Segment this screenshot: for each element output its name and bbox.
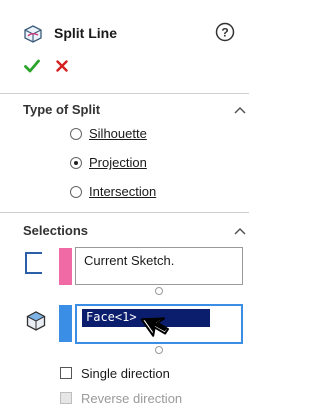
feature-header: Split Line ? xyxy=(0,0,249,92)
radio-button[interactable] xyxy=(70,157,82,169)
svg-text:?: ? xyxy=(221,26,228,40)
sketch-selection-value: Current Sketch. xyxy=(84,253,175,268)
face-icon xyxy=(26,311,46,331)
radio-label: Projection xyxy=(89,155,147,170)
checkbox[interactable] xyxy=(60,392,72,404)
type-of-split-title: Type of Split xyxy=(23,102,101,117)
help-icon[interactable]: ? xyxy=(215,22,235,42)
checkbox[interactable] xyxy=(60,367,72,379)
checkbox-label: Reverse direction xyxy=(81,391,183,406)
split-line-icon xyxy=(24,25,42,43)
resize-handle[interactable] xyxy=(155,346,163,354)
check-icon[interactable] xyxy=(24,59,40,73)
radio-label: Intersection xyxy=(89,184,157,199)
feature-title: Split Line xyxy=(54,25,117,41)
resize-handle[interactable] xyxy=(155,287,163,295)
radio-button[interactable] xyxy=(70,186,82,198)
split-line-property-manager: Split Line ? Type of Split Silhouette Pr… xyxy=(0,0,249,413)
chevron-up-icon[interactable] xyxy=(234,106,246,114)
close-icon[interactable] xyxy=(56,60,68,72)
checkbox-label: Single direction xyxy=(81,366,170,381)
radio-button[interactable] xyxy=(70,128,82,140)
type-of-split-section: Type of Split Silhouette Projection Inte… xyxy=(0,93,249,211)
radio-label: Silhouette xyxy=(89,126,147,141)
face-color-swatch xyxy=(59,305,72,342)
sketch-selection-field[interactable]: Current Sketch. xyxy=(75,247,243,285)
chevron-up-icon[interactable] xyxy=(234,227,246,235)
sketch-icon xyxy=(25,252,42,274)
face-selection-value: Face<1> xyxy=(86,310,137,324)
mouse-pointer-icon xyxy=(140,317,170,337)
selections-title: Selections xyxy=(23,223,89,238)
sketch-color-swatch xyxy=(59,248,72,285)
